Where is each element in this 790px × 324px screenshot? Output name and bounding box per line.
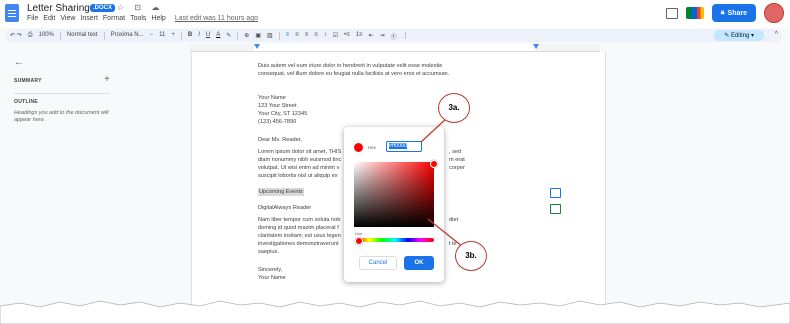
callout-pointers: [420, 117, 464, 248]
callout-3a: 3a.: [438, 93, 470, 123]
torn-edge: [0, 300, 790, 324]
callout-b-pointer: [427, 218, 464, 248]
callout-3b: 3b.: [455, 241, 487, 271]
callout-a-pointer: [420, 117, 448, 143]
